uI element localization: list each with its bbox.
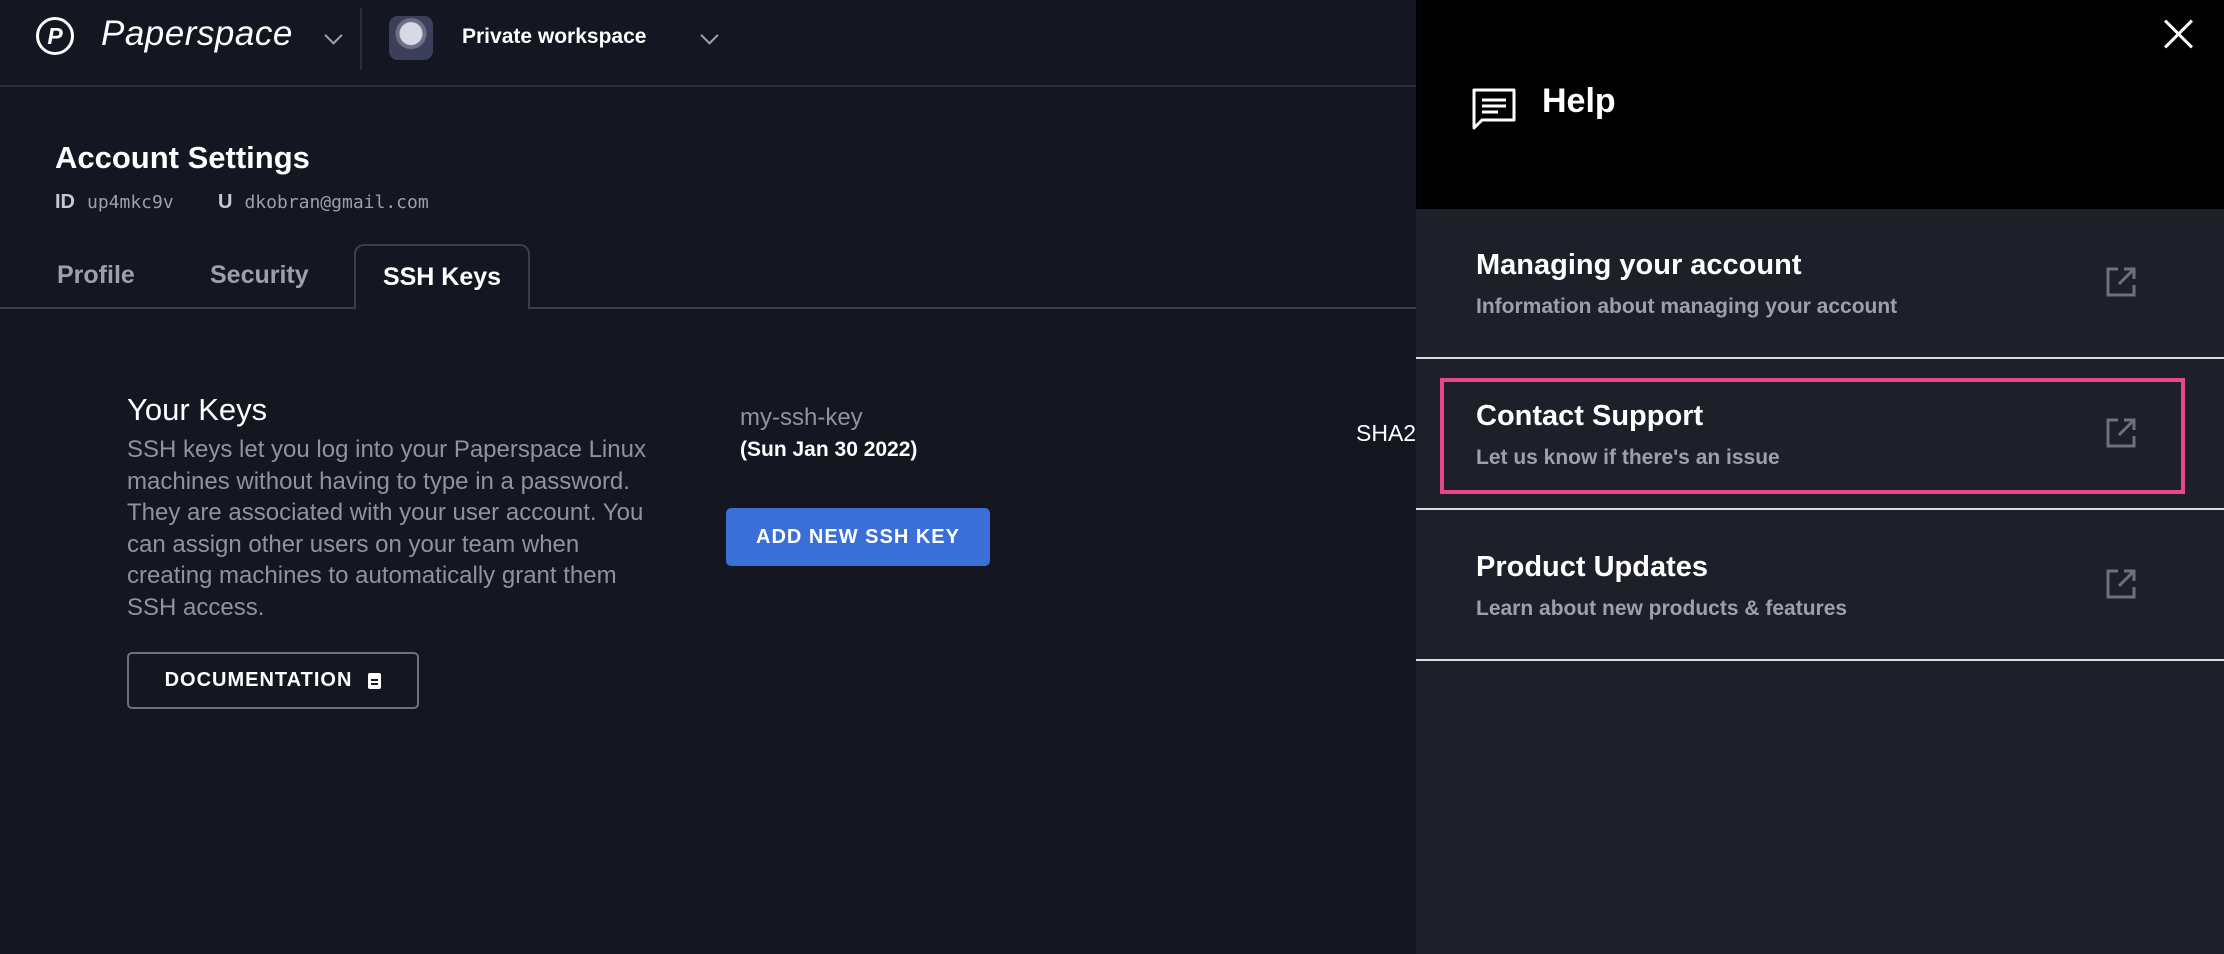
ssh-key-fingerprint: SHA2: [1356, 420, 1416, 446]
documentation-label: DOCUMENTATION: [164, 669, 353, 691]
external-link-icon: [2106, 418, 2136, 448]
document-icon: [368, 672, 382, 689]
help-item-contact-support[interactable]: Contact Support Let us know if there's a…: [1416, 360, 2224, 510]
external-link-icon: [2106, 267, 2136, 297]
workspace-avatar[interactable]: [389, 16, 433, 60]
keys-description: SSH keys let you log into your Paperspac…: [127, 436, 646, 621]
help-panel: Help Managing your account Information a…: [1416, 0, 2224, 954]
tabs-divider: [0, 307, 1416, 309]
tab-profile[interactable]: Profile: [57, 244, 135, 307]
tab-security[interactable]: Security: [210, 244, 309, 307]
help-item-title: Product Updates: [1476, 551, 1709, 583]
header-divider: [360, 8, 362, 70]
user-label: U: [218, 191, 233, 213]
help-title: Help: [1542, 82, 1616, 120]
id-value: up4mkc9v: [87, 192, 174, 213]
paperspace-logo-icon[interactable]: P: [36, 17, 74, 55]
chat-icon: [1472, 88, 1516, 130]
page-title: Account Settings: [55, 140, 310, 175]
id-label: ID: [55, 191, 75, 213]
ssh-key-date: (Sun Jan 30 2022): [740, 438, 918, 461]
help-item-subtitle: Let us know if there's an issue: [1476, 446, 1780, 469]
close-icon[interactable]: [2162, 18, 2194, 50]
account-user: Udkobran@gmail.com: [218, 191, 429, 214]
help-item-title: Managing your account: [1476, 249, 1802, 281]
tab-ssh-keys[interactable]: SSH Keys: [354, 244, 530, 310]
brand-name[interactable]: Paperspace: [101, 14, 293, 54]
keys-heading: Your Keys: [127, 392, 268, 427]
workspace-name[interactable]: Private workspace: [462, 25, 646, 49]
help-item-managing-account[interactable]: Managing your account Information about …: [1416, 209, 2224, 359]
brand-chevron-down-icon[interactable]: [324, 26, 343, 45]
help-panel-header: Help: [1416, 0, 2224, 209]
add-ssh-key-button[interactable]: ADD NEW SSH KEY: [726, 508, 990, 566]
account-id: ID up4mkc9v: [55, 191, 174, 214]
help-item-subtitle: Information about managing your account: [1476, 295, 1898, 318]
help-item-product-updates[interactable]: Product Updates Learn about new products…: [1416, 511, 2224, 661]
workspace-chevron-down-icon[interactable]: [700, 26, 719, 45]
help-item-title: Contact Support: [1476, 400, 1704, 432]
ssh-key-name: my-ssh-key: [740, 404, 863, 431]
external-link-icon: [2106, 569, 2136, 599]
documentation-button[interactable]: DOCUMENTATION: [127, 652, 419, 709]
user-value: dkobran@gmail.com: [244, 192, 429, 213]
top-bar: P Paperspace Private workspace: [0, 0, 1416, 87]
help-item-subtitle: Learn about new products & features: [1476, 597, 1848, 620]
logo-letter: P: [47, 22, 63, 49]
